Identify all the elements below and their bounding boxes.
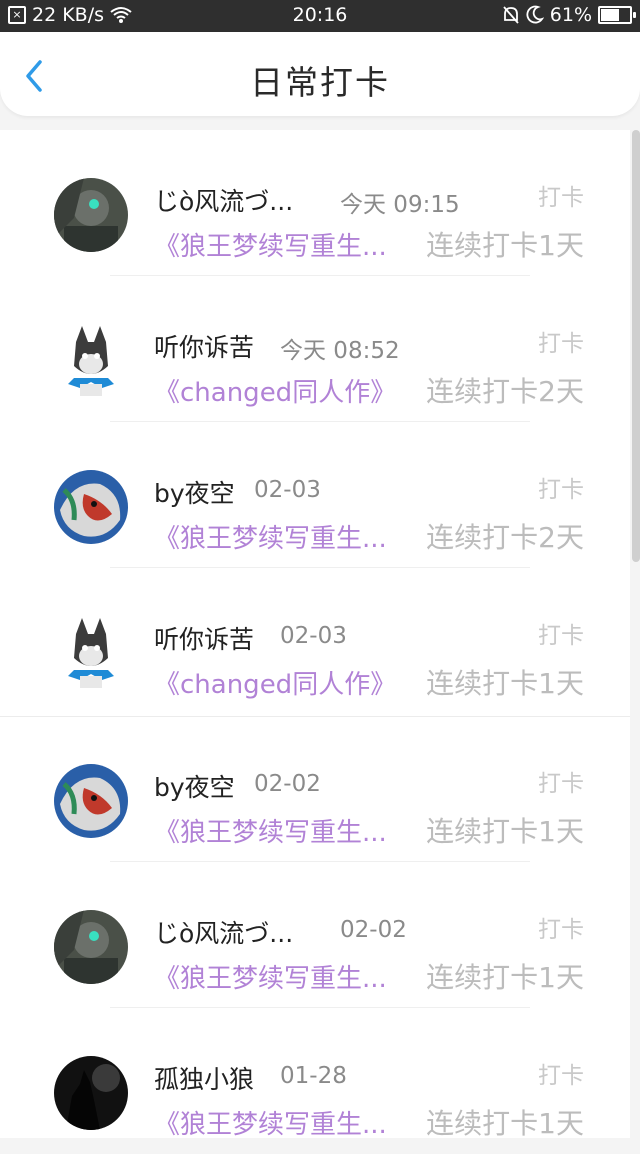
scrollbar[interactable] bbox=[632, 130, 640, 562]
streak-text: 连续打卡1天 bbox=[426, 229, 584, 262]
user-name: 听你诉苦 bbox=[154, 333, 255, 362]
checkin-label: 打卡 bbox=[538, 771, 584, 797]
list-item[interactable]: by夜空 02-03 打卡 《狼王梦续写重生... 连续打卡2天 bbox=[0, 422, 630, 568]
streak-text: 连续打卡1天 bbox=[426, 667, 584, 700]
header-bar: 日常打卡 bbox=[0, 32, 640, 116]
list-item[interactable]: じὸ风流づ... 02-02 打卡 《狼王梦续写重生... 连续打卡1天 bbox=[0, 862, 630, 1008]
streak-text: 连续打卡1天 bbox=[426, 961, 584, 994]
avatar[interactable] bbox=[54, 178, 128, 252]
avatar[interactable] bbox=[54, 616, 128, 690]
checkin-label: 打卡 bbox=[538, 917, 584, 943]
checkin-label: 打卡 bbox=[538, 477, 584, 503]
book-link[interactable]: 《狼王梦续写重生... bbox=[154, 1104, 387, 1141]
list-item[interactable]: じὸ风流づ... 今天 09:15 打卡 《狼王梦续写重生... 连续打卡1天 bbox=[0, 130, 630, 276]
user-name: by夜空 bbox=[154, 773, 235, 802]
streak-text: 连续打卡1天 bbox=[426, 1107, 584, 1140]
streak-text: 连续打卡2天 bbox=[426, 521, 584, 554]
page-title: 日常打卡 bbox=[250, 63, 390, 102]
book-link[interactable]: 《狼王梦续写重生... bbox=[154, 226, 387, 263]
checkin-label: 打卡 bbox=[538, 331, 584, 357]
user-name: じὸ风流づ... bbox=[154, 919, 294, 948]
avatar[interactable] bbox=[54, 1056, 128, 1130]
silent-bell-icon bbox=[503, 6, 519, 24]
book-link[interactable]: 《狼王梦续写重生... bbox=[154, 812, 387, 849]
streak-text: 连续打卡1天 bbox=[426, 815, 584, 848]
checkin-list[interactable]: じὸ风流づ... 今天 09:15 打卡 《狼王梦续写重生... 连续打卡1天 … bbox=[0, 130, 630, 1140]
checkin-time: 今天 08:52 bbox=[280, 338, 400, 364]
user-name: 孤独小狼 bbox=[154, 1065, 255, 1094]
battery-percent: 61% bbox=[549, 4, 592, 26]
book-link[interactable]: 《狼王梦续写重生... bbox=[154, 958, 387, 995]
status-bar: × 22 KB/s 20:16 61% bbox=[0, 0, 640, 32]
checkin-time: 02-02 bbox=[254, 771, 321, 797]
user-name: by夜空 bbox=[154, 479, 235, 508]
book-link[interactable]: 《狼王梦续写重生... bbox=[154, 518, 387, 555]
list-item[interactable]: 听你诉苦 今天 08:52 打卡 《changed同人作》 连续打卡2天 bbox=[0, 276, 630, 422]
avatar[interactable] bbox=[54, 324, 128, 398]
battery-icon bbox=[598, 6, 636, 24]
checkin-label: 打卡 bbox=[538, 185, 584, 211]
avatar[interactable] bbox=[54, 470, 128, 544]
book-link[interactable]: 《changed同人作》 bbox=[154, 372, 396, 409]
streak-text: 连续打卡2天 bbox=[426, 375, 584, 408]
checkin-time: 今天 09:15 bbox=[340, 192, 460, 218]
list-item[interactable]: by夜空 02-02 打卡 《狼王梦续写重生... 连续打卡1天 bbox=[0, 716, 630, 862]
checkin-time: 02-02 bbox=[340, 917, 407, 943]
avatar[interactable] bbox=[54, 764, 128, 838]
checkin-label: 打卡 bbox=[538, 623, 584, 649]
checkin-time: 02-03 bbox=[280, 623, 347, 649]
moon-icon bbox=[526, 5, 544, 24]
user-name: 听你诉苦 bbox=[154, 625, 255, 654]
status-right: 61% bbox=[502, 4, 636, 26]
checkin-time: 01-28 bbox=[280, 1063, 347, 1089]
list-item[interactable]: 孤独小狼 01-28 打卡 《狼王梦续写重生... 连续打卡1天 bbox=[0, 1008, 630, 1154]
book-link[interactable]: 《changed同人作》 bbox=[154, 664, 396, 701]
checkin-label: 打卡 bbox=[538, 1063, 584, 1089]
avatar[interactable] bbox=[54, 910, 128, 984]
user-name: じὸ风流づ... bbox=[154, 187, 294, 216]
list-item[interactable]: 听你诉苦 02-03 打卡 《changed同人作》 连续打卡1天 bbox=[0, 568, 630, 714]
checkin-time: 02-03 bbox=[254, 477, 321, 503]
